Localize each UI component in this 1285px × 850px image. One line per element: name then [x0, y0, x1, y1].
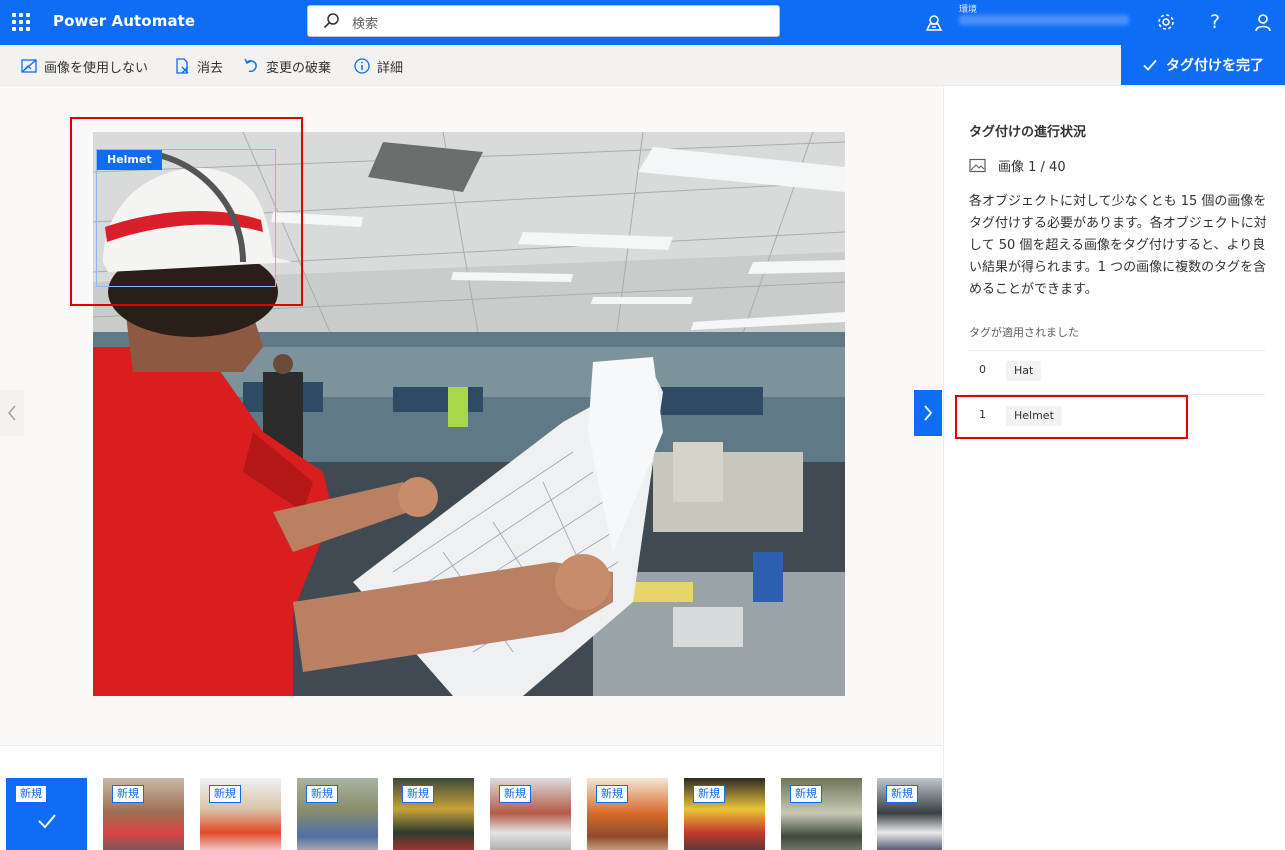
app-name[interactable]: Power Automate: [53, 12, 195, 30]
panel-title: タグ付けの進行状況: [969, 125, 1087, 140]
thumbnail-strip: 新規 新規 新規 新規 新規 新規 新規 新規 新規 新規: [0, 745, 942, 850]
app-header: Power Automate 検索 環境 ?: [0, 0, 1285, 45]
highlight-box-tag-row: [955, 395, 1188, 439]
tagging-progress-panel: タグ付けの進行状況 画像 1 / 40 各オブジェクトに対して少なくとも 15 …: [943, 86, 1285, 850]
new-badge: 新規: [790, 785, 822, 803]
tag-chip[interactable]: Hat: [1006, 361, 1042, 381]
environment-label: 環境: [959, 5, 978, 15]
new-badge: 新規: [693, 785, 725, 803]
new-badge: 新規: [402, 785, 434, 803]
new-badge: 新規: [306, 785, 338, 803]
thumbnail-1[interactable]: 新規: [6, 778, 87, 850]
details-button[interactable]: 詳細: [353, 56, 403, 76]
thumbnail-9[interactable]: 新規: [781, 778, 862, 850]
applied-tags-heading: タグが適用されました: [969, 326, 1079, 339]
new-badge: 新規: [209, 785, 241, 803]
clear-button[interactable]: 消去: [173, 56, 223, 76]
finish-tagging-button[interactable]: タグ付けを完了: [1121, 45, 1285, 85]
thumbnail-3[interactable]: 新規: [200, 778, 281, 850]
clear-icon: [176, 58, 189, 74]
tagging-instructions: 各オブジェクトに対して少なくとも 15 個の画像をタグ付けする必要があります。各…: [969, 194, 1267, 297]
chevron-right-icon: [924, 405, 933, 421]
search-box[interactable]: 検索: [307, 5, 780, 37]
chevron-left-icon: [8, 405, 16, 421]
waffle-icon[interactable]: [12, 13, 30, 31]
discard-changes-button[interactable]: 変更の破棄: [242, 56, 331, 76]
thumbnail-8[interactable]: 新規: [684, 778, 765, 850]
no-image-icon: [21, 59, 37, 73]
new-badge: 新規: [886, 785, 918, 803]
previous-image-button[interactable]: [0, 390, 24, 436]
thumbnail-4[interactable]: 新規: [297, 778, 378, 850]
tag-count: 0: [979, 363, 986, 376]
account-icon[interactable]: [1250, 9, 1276, 35]
environment-name[interactable]: [959, 15, 1129, 25]
search-icon: [323, 13, 339, 29]
thumbnail-7[interactable]: 新規: [587, 778, 668, 850]
environment-icon[interactable]: [924, 13, 944, 33]
thumbnail-2[interactable]: 新規: [103, 778, 184, 850]
checkmark-icon: [38, 814, 56, 829]
image-icon: [969, 158, 986, 173]
image-counter: 画像 1 / 40: [969, 156, 1066, 175]
no-image-button[interactable]: 画像を使用しない: [20, 56, 148, 76]
new-badge: 新規: [112, 785, 144, 803]
new-badge: 新規: [499, 785, 531, 803]
command-bar: 画像を使用しない 消去 変更の破棄 詳細: [0, 45, 1285, 86]
highlight-box-helmet: [70, 117, 303, 306]
help-icon[interactable]: ?: [1202, 9, 1228, 35]
new-badge: 新規: [15, 785, 47, 803]
tag-row-hat[interactable]: 0 Hat: [969, 351, 1265, 393]
info-icon: [354, 58, 370, 74]
next-image-button[interactable]: [914, 390, 942, 436]
new-badge: 新規: [596, 785, 628, 803]
undo-icon: [244, 58, 257, 73]
thumbnail-10[interactable]: 新規: [877, 778, 942, 850]
settings-icon[interactable]: [1153, 9, 1179, 35]
search-input[interactable]: 検索: [352, 13, 378, 32]
thumbnail-5[interactable]: 新規: [393, 778, 474, 850]
checkmark-icon: [1143, 59, 1157, 71]
thumbnail-6[interactable]: 新規: [490, 778, 571, 850]
